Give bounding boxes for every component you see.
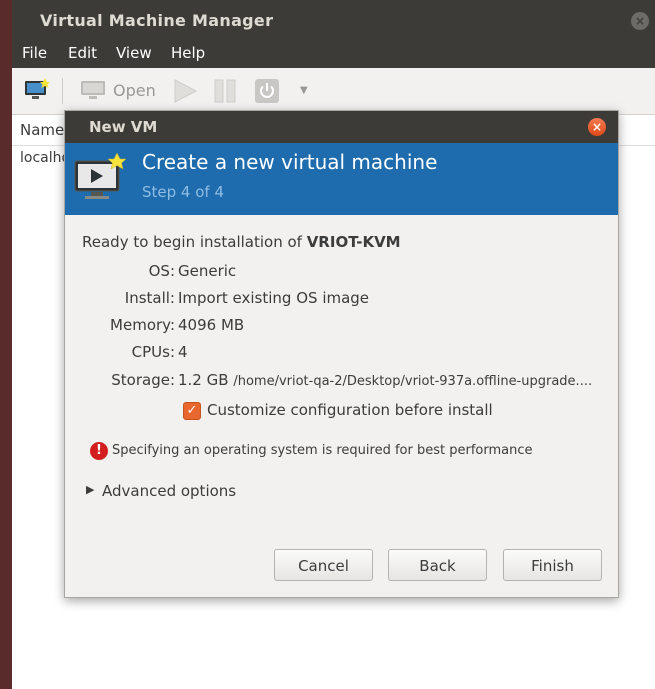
menu-help[interactable]: Help [171,44,205,62]
cpus-row: CPUs: 4 [65,343,618,365]
storage-path: /home/vriot-qa-2/Desktop/vriot-937a.offl… [233,374,593,389]
dialog-titlebar[interactable]: New VM × [65,111,618,143]
storage-value: 1.2 GB /home/vriot-qa-2/Desktop/vriot-93… [178,371,592,389]
install-label: Install: [124,289,175,307]
wizard-title: Create a new virtual machine [142,150,438,174]
cpus-label: CPUs: [131,343,175,361]
vm-name: VRIOT-KVM [306,233,401,251]
dialog-close-icon[interactable]: × [588,118,606,136]
new-vm-monitor-icon [74,153,127,199]
memory-label: Memory: [110,316,175,334]
ready-message: Ready to begin installation of VRIOT-KVM [82,233,401,251]
wizard-step: Step 4 of 4 [142,183,225,201]
os-warning-text: Specifying an operating system is requir… [112,443,533,458]
main-close-icon[interactable]: × [631,12,649,30]
memory-value: 4096 MB [178,316,245,334]
column-name-header[interactable]: Name [20,121,64,139]
customize-checkbox[interactable]: ✓ [183,402,201,420]
play-icon[interactable] [172,78,198,104]
open-button[interactable]: Open [113,81,156,100]
monitor-icon[interactable] [80,80,106,100]
storage-row: Storage: 1.2 GB /home/vriot-qa-2/Desktop… [65,371,618,393]
pause-icon[interactable] [212,78,238,104]
dialog-body: Ready to begin installation of VRIOT-KVM… [65,215,618,597]
install-row: Install: Import existing OS image [65,289,618,311]
customize-label[interactable]: Customize configuration before install [207,401,493,419]
desktop-edge [0,0,12,689]
new-vm-dialog: New VM × Create a new virtual machine St… [64,110,619,598]
advanced-options-expander[interactable]: Advanced options [102,482,236,500]
wizard-header: Create a new virtual machine Step 4 of 4 [65,143,618,215]
install-value: Import existing OS image [178,289,370,307]
cancel-button[interactable]: Cancel [274,549,373,581]
toolbar: Open ▼ [12,68,655,115]
finish-button[interactable]: Finish [503,549,602,581]
expander-arrow-icon[interactable]: ▶ [86,483,94,496]
power-icon[interactable] [255,79,279,103]
dropdown-arrow-icon[interactable]: ▼ [300,85,308,96]
error-icon: ! [90,442,108,460]
menubar: File Edit View Help [12,42,655,68]
menu-edit[interactable]: Edit [68,44,97,62]
dialog-title: New VM [89,118,158,136]
menu-view[interactable]: View [116,44,152,62]
os-row: OS: Generic [65,262,618,284]
os-value: Generic [178,262,237,280]
ready-prefix: Ready to begin installation of [82,233,307,251]
main-window-title: Virtual Machine Manager [40,11,274,30]
memory-row: Memory: 4096 MB [65,316,618,338]
storage-label: Storage: [111,371,175,389]
main-titlebar[interactable]: Virtual Machine Manager × [12,0,655,42]
new-vm-icon[interactable] [24,78,50,100]
menu-file[interactable]: File [22,44,47,62]
storage-size: 1.2 GB [178,371,229,389]
os-label: OS: [148,262,175,280]
back-button[interactable]: Back [388,549,487,581]
toolbar-separator [62,78,63,104]
cpus-value: 4 [178,343,188,361]
